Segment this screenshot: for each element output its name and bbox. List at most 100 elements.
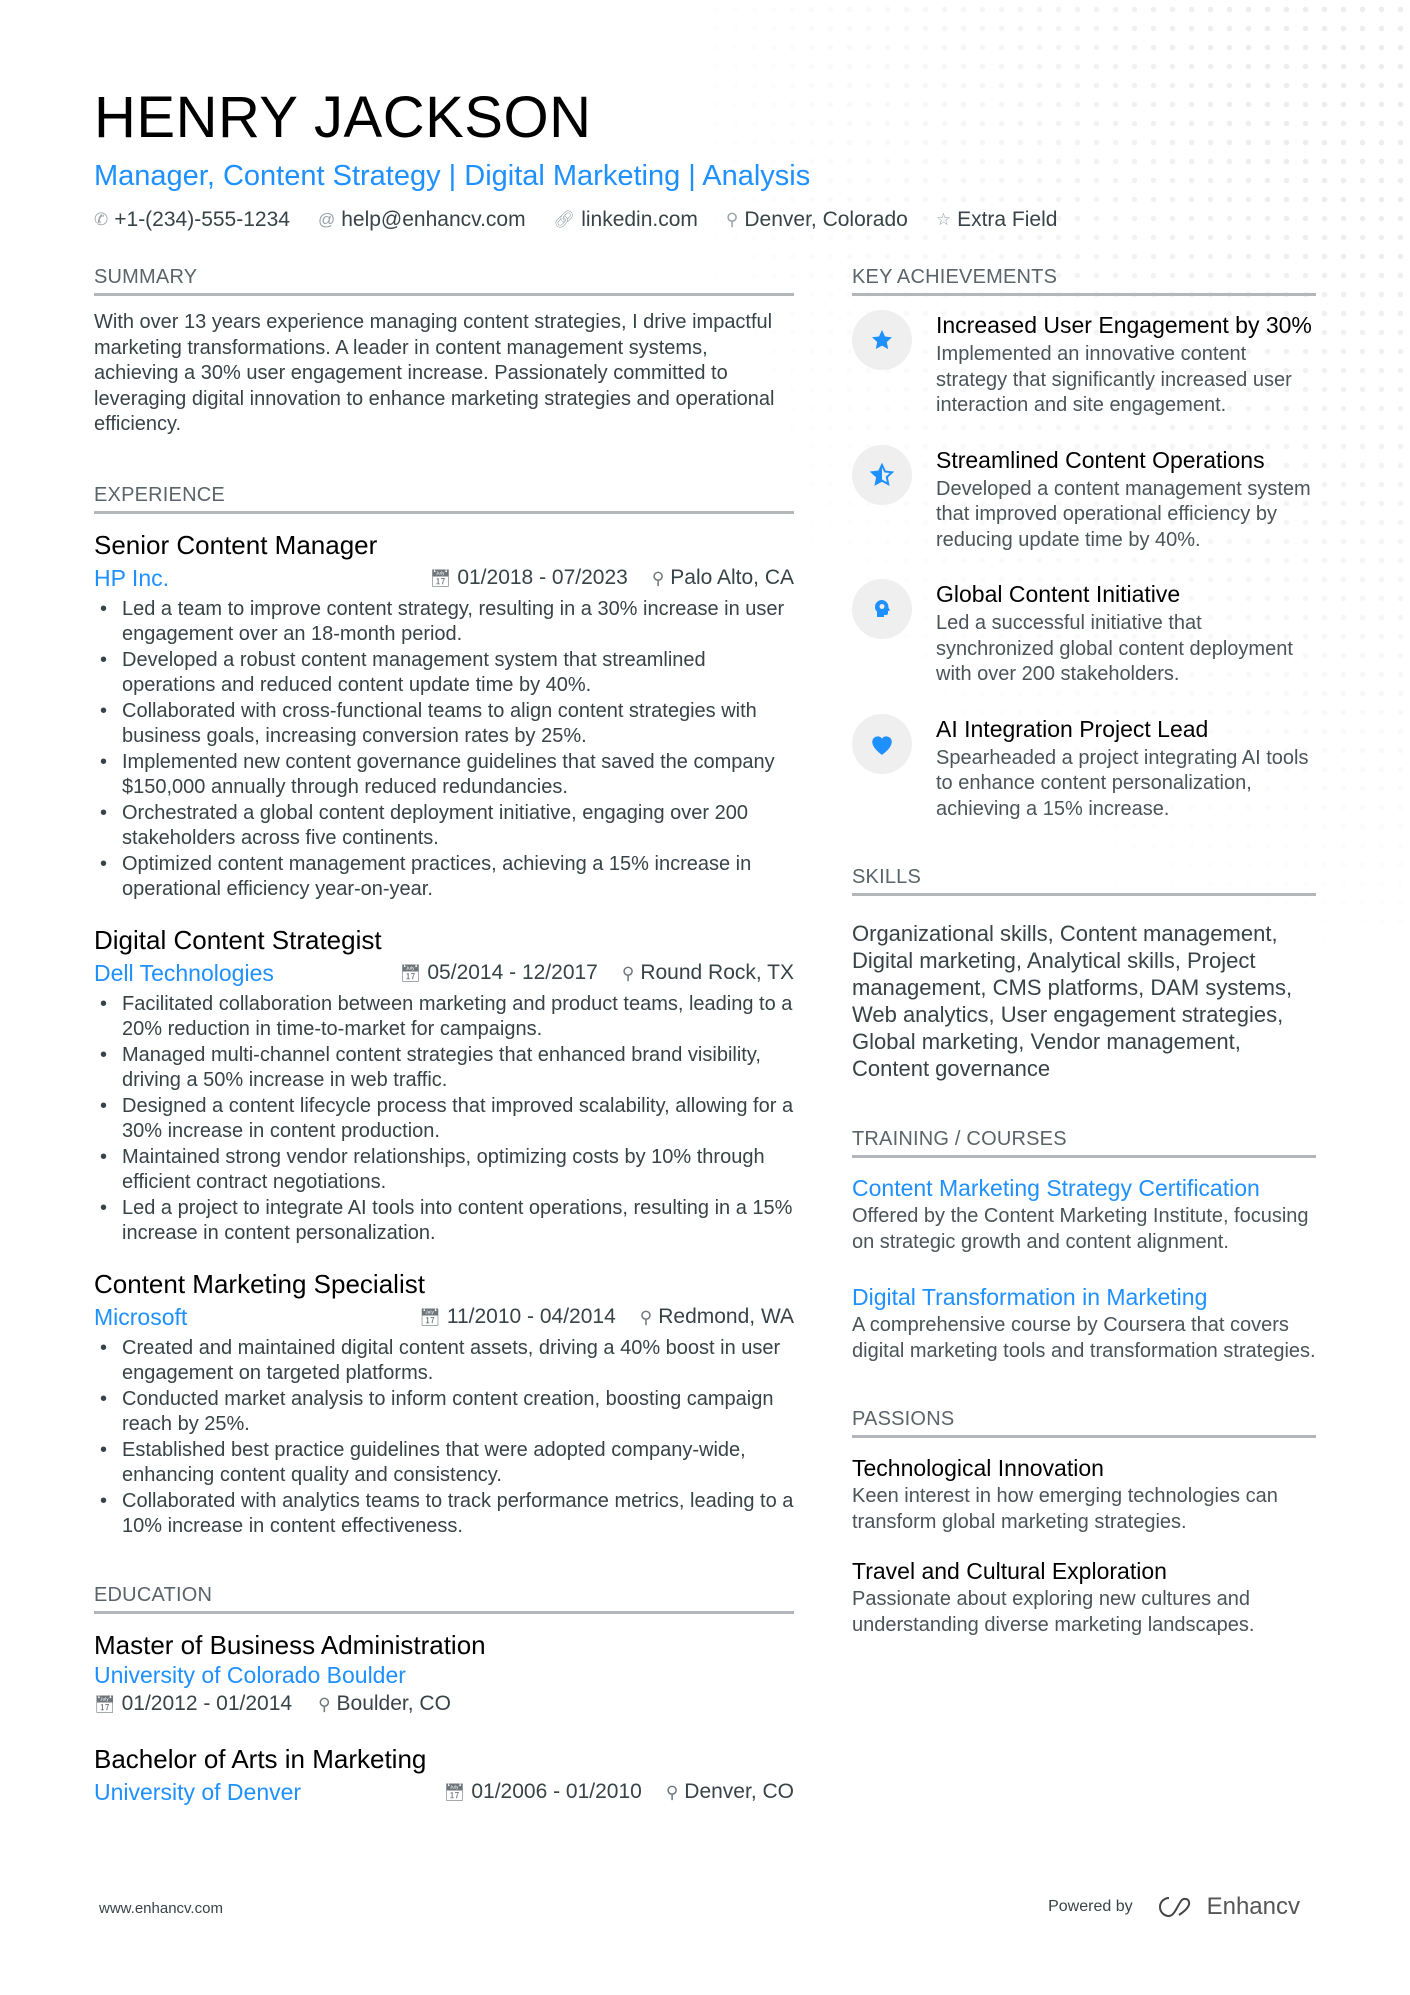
job-entry: Senior Content Manager HP Inc. 📅︎ 01/2018… (94, 528, 794, 903)
passion-title: Technological Innovation (852, 1455, 1104, 1481)
footer-website[interactable]: www.enhancv.com (99, 1900, 223, 1917)
edu-dates: 01/2006 - 01/2010 (471, 1779, 642, 1803)
course-item: Digital Transformation in Marketing A co… (852, 1281, 1316, 1364)
enhancv-logo-icon (1158, 1897, 1190, 1918)
footer-branding: Powered by Enhancv (1048, 1893, 1300, 1921)
location-icon: ⚲ (665, 1782, 679, 1802)
calendar-icon: 📅︎ (419, 1307, 441, 1327)
job-bullet: Created and maintained digital content a… (94, 1336, 794, 1387)
passion-item: Travel and Cultural Exploration Passiona… (852, 1555, 1316, 1638)
course-item: Content Marketing Strategy Certification… (852, 1172, 1316, 1255)
degree: Master of Business Administration (94, 1629, 486, 1660)
achievement-item: Global Content Initiative Led a successf… (852, 579, 1316, 688)
right-column: KEY ACHIEVEMENTS Increased User Engageme… (852, 266, 1316, 1831)
job-title: Senior Content Manager (94, 529, 378, 560)
passion-item: Technological Innovation Keen interest i… (852, 1452, 1316, 1535)
section-heading-education: EDUCATION (94, 1584, 794, 1614)
course-title: Content Marketing Strategy Certification (852, 1175, 1260, 1201)
section-heading-passions: PASSIONS (852, 1408, 1316, 1438)
contact-extra: ☆ Extra Field (935, 208, 1058, 231)
achievement-title: Global Content Initiative (936, 581, 1181, 607)
edu-location: Boulder, CO (336, 1691, 451, 1715)
job-bullet: Managed multi-channel content strategies… (94, 1043, 794, 1094)
powered-by-label: Powered by (1048, 1898, 1133, 1915)
resume-page: HENRY JACKSON Manager, Content Strategy … (94, 80, 1316, 1831)
school-name: University of Denver (94, 1779, 302, 1805)
passion-desc: Passionate about exploring new cultures … (852, 1588, 1255, 1636)
location-icon: ⚲ (318, 1694, 331, 1714)
job-bullet: Collaborated with cross-functional teams… (94, 699, 794, 750)
achievement-item: AI Integration Project Lead Spearheaded … (852, 713, 1316, 823)
job-bullet: Orchestrated a global content deployment… (94, 801, 794, 852)
calendar-icon: 📅︎ (429, 568, 452, 588)
location-icon: ⚲ (639, 1307, 653, 1327)
job-bullet: Led a project to integrate AI tools into… (94, 1196, 794, 1247)
location-icon: ⚲ (725, 210, 739, 229)
phone-icon: ✆ (94, 210, 109, 229)
job-dates: 11/2010 - 04/2014 (446, 1304, 616, 1328)
passion-desc: Keen interest in how emerging technologi… (852, 1485, 1278, 1533)
at-icon: @ (317, 210, 336, 229)
achievement-title: Streamlined Content Operations (936, 446, 1265, 473)
candidate-name: HENRY JACKSON (94, 85, 592, 150)
course-desc: Offered by the Content Marketing Institu… (852, 1205, 1309, 1253)
degree: Bachelor of Arts in Marketing (94, 1743, 427, 1774)
left-column: SUMMARY With over 13 years experience ma… (94, 266, 794, 1831)
job-dates: 01/2018 - 07/2023 (457, 565, 628, 589)
job-title: Digital Content Strategist (94, 924, 382, 955)
education-entry: Bachelor of Arts in Marketing University… (94, 1742, 794, 1809)
job-bullet: Implemented new content governance guide… (94, 750, 794, 801)
contact-linkedin[interactable]: 🔗︎ linkedin.com (554, 208, 698, 232)
achievement-item: Increased User Engagement by 30% Impleme… (852, 310, 1316, 419)
heart-icon (852, 713, 912, 774)
calendar-icon: 📅︎ (443, 1782, 466, 1802)
contact-email[interactable]: @ help@enhancv.com (318, 208, 526, 232)
job-dates: 05/2014 - 12/2017 (427, 960, 598, 984)
section-heading-achievements: KEY ACHIEVEMENTS (852, 266, 1316, 296)
summary-text: With over 13 years experience managing c… (94, 311, 775, 435)
job-bullet: Led a team to improve content strategy, … (94, 597, 794, 648)
achievement-desc: Developed a content management system th… (936, 477, 1311, 551)
brand-name: Enhancv (1206, 1893, 1300, 1920)
job-bullet: Facilitated collaboration between market… (94, 992, 794, 1043)
enhancv-logo[interactable]: Enhancv (1155, 1893, 1300, 1921)
course-title: Digital Transformation in Marketing (852, 1284, 1208, 1310)
job-bullet: Conducted market analysis to inform cont… (94, 1387, 794, 1438)
job-entry: Content Marketing Specialist Microsoft 📅… (94, 1267, 794, 1540)
section-heading-experience: EXPERIENCE (94, 484, 794, 514)
achievement-desc: Led a successful initiative that synchro… (936, 612, 1293, 685)
job-bullet: Optimized content management practices, … (94, 852, 794, 903)
job-bullet: Developed a robust content management sy… (94, 648, 794, 699)
location-icon: ⚲ (651, 568, 665, 588)
job-bullet: Designed a content lifecycle process tha… (94, 1094, 794, 1145)
job-title: Content Marketing Specialist (94, 1268, 425, 1299)
star-icon (852, 310, 912, 370)
school-name: University of Colorado Boulder (94, 1661, 406, 1688)
section-heading-skills: SKILLS (852, 866, 1316, 896)
contact-bar: ✆ +1-(234)-555-1234 @ help@enhancv.com 🔗︎ l… (94, 208, 1316, 232)
achievement-desc: Spearheaded a project integrating AI too… (936, 746, 1309, 820)
education-entry: Master of Business Administration Univer… (94, 1628, 794, 1720)
job-bullet: Collaborated with analytics teams to tra… (94, 1489, 794, 1540)
contact-location: ⚲ Denver, Colorado (725, 208, 908, 231)
achievement-title: Increased User Engagement by 30% (936, 312, 1312, 338)
half-star-icon (852, 444, 912, 505)
company-name: Microsoft (94, 1304, 188, 1330)
section-heading-training: TRAINING / COURSES (852, 1128, 1316, 1158)
calendar-icon: 📅︎ (399, 963, 422, 983)
course-desc: A comprehensive course by Coursera that … (852, 1314, 1316, 1362)
link-icon: 🔗︎ (553, 210, 576, 229)
skills-text: Organizational skills, Content managemen… (852, 921, 1293, 1081)
job-entry: Digital Content Strategist Dell Technolo… (94, 923, 794, 1247)
edu-location: Denver, CO (684, 1779, 794, 1803)
company-name: Dell Technologies (94, 960, 274, 986)
calendar-icon: 📅︎ (94, 1694, 116, 1714)
location-icon: ⚲ (621, 963, 635, 983)
job-bullet: Established best practice guidelines tha… (94, 1438, 794, 1489)
company-name: HP Inc. (94, 565, 169, 591)
edu-dates: 01/2012 - 01/2014 (121, 1691, 293, 1715)
job-location: Palo Alto, CA (670, 565, 794, 589)
achievement-item: Streamlined Content Operations Developed… (852, 444, 1316, 554)
job-location: Redmond, WA (658, 1304, 794, 1328)
job-bullet: Maintained strong vendor relationships, … (94, 1145, 794, 1196)
